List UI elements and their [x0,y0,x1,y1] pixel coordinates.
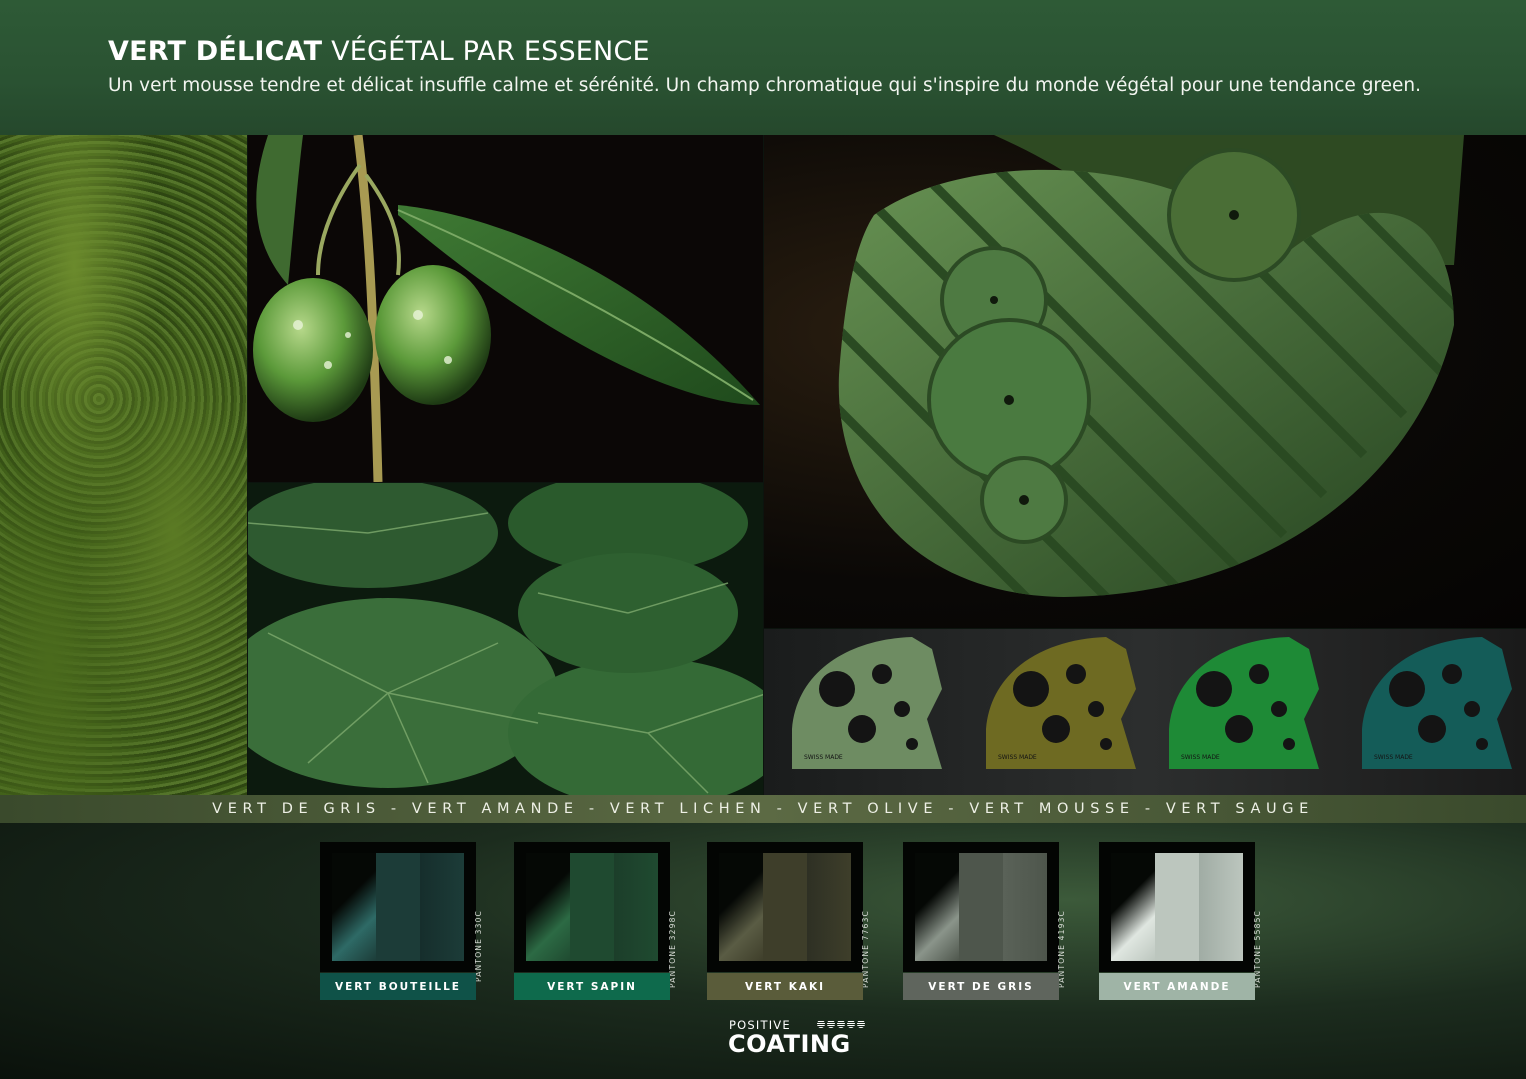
page-subtitle: Un vert mousse tendre et délicat insuffl… [108,75,1422,96]
swatch-label: VERT BOUTEILLE [320,973,476,1000]
swatch-frame: PANTONE 4193C [903,842,1066,988]
swatch-brushed [1003,853,1047,961]
olive-photo [248,135,763,482]
color-names-band: VERT DE GRIS - VERT AMANDE - VERT LICHEN… [0,795,1526,823]
swatch-brushed [807,853,851,961]
swatch-brushed [614,853,658,961]
swatch-frame: PANTONE 7763C [707,842,870,988]
title-rest: VÉGÉTAL PAR ESSENCE [331,36,650,67]
swatch-label: VERT AMANDE [1099,973,1255,1000]
swatch-frame: PANTONE 5585C [1099,842,1262,988]
engraving-text: SWISS MADE [1374,754,1413,761]
swatch-vert-de-gris: PANTONE 4193C VERT DE GRIS [903,842,1066,1000]
swatch-frame: PANTONE 330C [320,842,483,982]
movement-plate-1: SWISS MADE [792,637,942,769]
variants-illustration: SWISS MADE SWISS MADE SWISS MADE SWISS MADE [792,637,1512,769]
moss-photo [0,135,247,795]
swatch-texture [376,853,420,961]
swatch-label: VERT DE GRIS [903,973,1059,1000]
engraving-text: SWISS MADE [1181,754,1220,761]
swatch-gradient [719,853,763,961]
logo-dots-icon [817,1020,865,1028]
swatch-vert-amande: PANTONE 5585C VERT AMANDE [1099,842,1262,1000]
swatch-texture [570,853,614,961]
taro-leaves-photo [248,483,763,795]
swatch-label: VERT SAPIN [514,973,670,1000]
swatch-texture [1155,853,1199,961]
engraving-text: SWISS MADE [998,754,1037,761]
color-variants-photo: SWISS MADE SWISS MADE SWISS MADE SWISS MADE [764,629,1526,795]
swatch-brushed [420,853,464,961]
color-names-text: VERT DE GRIS - VERT AMANDE - VERT LICHEN… [212,801,1314,817]
header-banner: VERT DÉLICAT VÉGÉTAL PAR ESSENCE Un vert… [0,0,1526,135]
swatch-texture [763,853,807,961]
swatch-gradient [915,853,959,961]
movement-plate-4: SWISS MADE [1362,637,1512,769]
swatch-gradient [526,853,570,961]
swatch-frame: PANTONE 3298C [514,842,677,988]
swatch-gradient [1111,853,1155,961]
logo-coating: COATING [728,1030,851,1058]
movement-plate-3: SWISS MADE [1169,637,1319,769]
swatch-gradient [332,853,376,961]
plate-illustration [838,135,1464,598]
leaves-illustration [248,483,763,795]
swatch-vert-sapin: PANTONE 3298C VERT SAPIN [514,842,677,1000]
movement-plate-2: SWISS MADE [986,637,1136,769]
swatch-vert-kaki: PANTONE 7763C VERT KAKI [707,842,870,1000]
engraving-text: SWISS MADE [804,754,843,761]
swatch-brushed [1199,853,1243,961]
olive-illustration [253,135,760,482]
swatch-vert-bouteille: PANTONE 330C VERT BOUTEILLE [320,842,483,1000]
pantone-code: PANTONE 330C [474,910,483,982]
swatch-label: VERT KAKI [707,973,863,1000]
page-title: VERT DÉLICAT VÉGÉTAL PAR ESSENCE [108,36,650,67]
watch-plate-photo [764,135,1526,628]
swatch-texture [959,853,1003,961]
title-bold: VERT DÉLICAT [108,36,323,67]
